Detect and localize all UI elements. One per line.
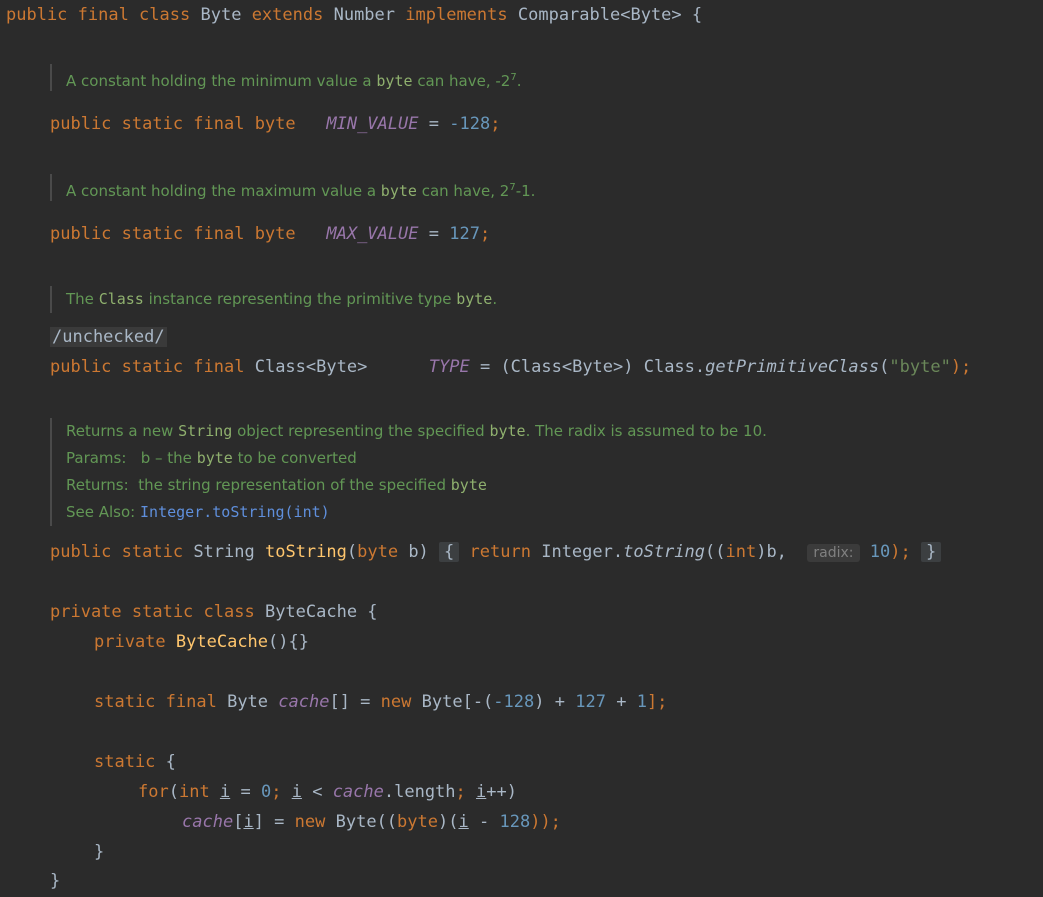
doc-see-also: See Also: Integer.toString(int) [66, 503, 330, 521]
fold-close-brace[interactable]: } [921, 542, 942, 562]
field-name: MIN_VALUE [326, 114, 419, 134]
method-call: getPrimitiveClass [705, 357, 880, 377]
doc-line: A constant holding the maximum value a b… [66, 182, 536, 200]
javadoc-max-value[interactable]: A constant holding the maximum value a b… [50, 174, 535, 201]
for-loop: for(int i = 0; i < cache.length; i++) [138, 782, 517, 802]
assign-line: cache[i] = new Byte((byte)(i - 128)); [182, 812, 561, 832]
closing-brace: } [50, 871, 61, 891]
closing-brace: } [94, 842, 105, 862]
class-name: Byte [200, 5, 242, 25]
see-also-link[interactable]: Integer.toString(int) [140, 503, 330, 521]
javadoc-min-value[interactable]: A constant holding the minimum value a b… [50, 64, 521, 91]
keyword: public final class [6, 5, 191, 25]
annotation-line: /unchecked/ [50, 322, 167, 352]
max-value-declaration: public static final byte MAX_VALUE = 127… [50, 224, 491, 244]
cache-constructor: private ByteCache(){} [94, 632, 309, 652]
keyword: extends [251, 5, 324, 25]
parameter-hint: radix: [807, 544, 860, 562]
javadoc-type[interactable]: The Class instance representing the prim… [50, 286, 497, 313]
type-name: Number [333, 5, 396, 25]
doc-params: Params: b – the byte to be converted [66, 449, 357, 467]
doc-returns: Returns: the string representation of th… [66, 476, 487, 494]
field-name: TYPE [428, 357, 470, 377]
doc-line: Returns a new String object representing… [66, 422, 767, 440]
min-value-declaration: public static final byte MIN_VALUE = -12… [50, 114, 501, 134]
tostring-declaration: public static String toString(byte b) { … [50, 537, 942, 567]
class-declaration: public final class Byte extends Number i… [6, 0, 702, 30]
fold-open-brace[interactable]: { [439, 542, 460, 562]
field-name: MAX_VALUE [326, 224, 419, 244]
keyword: implements [405, 5, 508, 25]
annotation: /unchecked/ [50, 327, 167, 347]
cache-array-declaration: static final Byte cache[] = new Byte[-(-… [94, 692, 668, 712]
doc-line: A constant holding the minimum value a b… [66, 72, 522, 90]
type-declaration: public static final Class<Byte> TYPE = (… [50, 357, 972, 377]
code-editor[interactable]: public final class Byte extends Number i… [0, 0, 1043, 897]
javadoc-tostring[interactable]: Returns a new String object representing… [50, 418, 767, 526]
static-block: static { [94, 752, 176, 772]
method-name: toString [264, 542, 347, 562]
doc-line: The Class instance representing the prim… [66, 290, 498, 308]
type-name: Comparable<Byte> { [517, 5, 703, 25]
cache-class-declaration: private static class ByteCache { [50, 602, 378, 622]
